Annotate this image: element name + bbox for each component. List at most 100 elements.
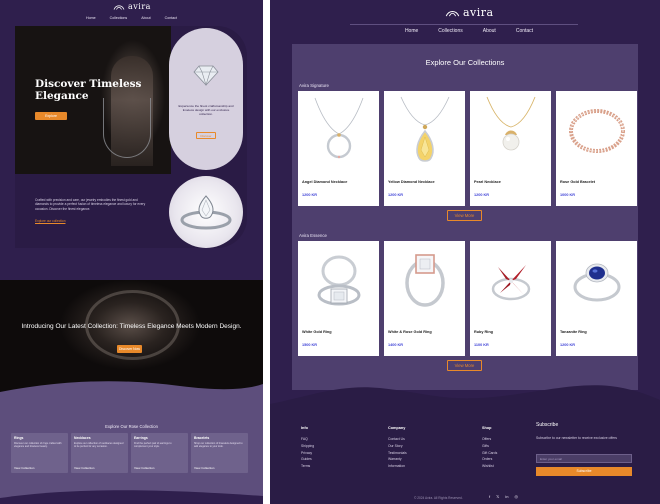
page-title: Explore Our Collections [425,58,505,67]
preview-nav-contact[interactable]: Contact [165,16,177,20]
logo-wordmark: avira [463,6,494,19]
ring-feature-circle [169,176,243,248]
tanzanite-ring-icon [573,263,620,301]
copyright-text: © 2024 Avira. All Rights Reserved. [414,496,463,500]
logo-icon [445,10,460,16]
category-link[interactable]: View Collection [74,466,94,470]
category-title: Bracelets [194,436,210,440]
subscribe-text: Subscribe to our newsletter to receive e… [536,436,617,440]
footer-link[interactable]: Warranty [388,456,407,463]
category-text: Explore our collection of necklaces desi… [74,442,124,449]
category-row: Rings Discover our collection of rings c… [11,433,248,473]
nav-collections[interactable]: Collections [438,28,462,34]
product-price: 1200 KR [388,193,403,197]
email-input[interactable]: Enter your email [536,454,632,463]
product-price: 1200 KR [474,193,489,197]
category-card-bracelets[interactable]: Bracelets Shop our collection of bracele… [191,433,248,473]
social-links: f 𝕏 in ◎ [489,494,518,499]
preview-nav-home[interactable]: Home [86,16,96,20]
footer-link[interactable]: Orders [482,456,497,463]
ruby-ring-icon [491,264,530,300]
hero-title: Discover Timeless Elegance [35,78,142,102]
product-price: 1500 KR [302,343,317,347]
footer-link[interactable]: Offers [482,436,497,443]
category-link[interactable]: View Collection [134,466,154,470]
product-name: Ruby Ring [474,330,493,334]
category-link[interactable]: View Collection [194,466,214,470]
hero-explore-button[interactable]: Explore [35,112,67,120]
product-card[interactable]: Ruby Ring 1100 KR [470,241,551,356]
product-card[interactable]: Angel Diamond Necklace 1200 KR [298,91,379,206]
category-card-rings[interactable]: Rings Discover our collection of rings c… [11,433,68,473]
product-card[interactable]: White & Rose Gold Ring 1400 KR [384,241,465,356]
collection-banner-button[interactable]: Discover Now [117,345,142,353]
collections-panel: Explore Our Collections Avira Signature … [292,44,638,390]
subscribe-button[interactable]: Subscribe [536,467,632,476]
nav-home[interactable]: Home [405,28,418,34]
footer-col-company: Company Contact Us Our Story Testimonial… [388,426,407,470]
feature-pill-card: Experience the finest craftsmanship and … [169,28,243,170]
product-name: White & Rose Gold Ring [388,330,432,334]
footer-link[interactable]: Information [388,463,407,470]
product-card[interactable]: Yellow Diamond Necklace 1200 KR [384,91,465,206]
product-price: 1100 KR [474,343,489,347]
product-image [298,241,379,320]
nav-about[interactable]: About [483,28,496,34]
explore-preview-title: Explore Our Rose Collection [105,424,158,429]
product-name: Yellow Diamond Necklace [388,180,435,184]
category-card-necklaces[interactable]: Necklaces Explore our collection of neck… [71,433,128,473]
category-link[interactable]: View Collection [14,466,34,470]
footer-link[interactable]: Our Story [388,443,407,450]
footer-col-info: Info FAQ Shipping Privacy Guides Terms [301,426,314,470]
footer-link[interactable]: Contact Us [388,436,407,443]
preview-nav-collections[interactable]: Collections [110,16,128,20]
footer-link[interactable]: Wishlist [482,463,497,470]
header-divider [350,24,578,25]
hero-description: Crafted with precision and care, our jew… [35,198,146,211]
product-image [470,241,551,320]
footer-link[interactable]: Terms [301,463,314,470]
main-nav: Home Collections About Contact [270,28,660,34]
hero-link[interactable]: Explore our collection [35,219,65,223]
product-card[interactable]: Pearl Necklace 1200 KR [470,91,551,206]
product-image [384,241,465,320]
product-card[interactable]: Tanzanite Ring 1200 KR [556,241,637,356]
rose-gold-bracelet-icon [568,108,625,153]
footer-link[interactable]: Shipping [301,443,314,450]
nav-contact[interactable]: Contact [516,28,533,34]
feature-pill-button[interactable]: Discover [196,132,216,139]
page-preview: avira Home Collections About Contact Dis… [0,0,263,504]
x-icon[interactable]: 𝕏 [496,494,499,499]
product-image [470,91,551,170]
category-text: Discover our collection of rings crafted… [14,442,62,449]
product-grid-signature: Angel Diamond Necklace 1200 KR Yellow Di… [298,91,637,206]
preview-nav-about[interactable]: About [141,16,150,20]
collection-banner-text: Introducing Our Latest Collection: Timel… [21,323,242,330]
footer-link[interactable]: Guides [301,456,314,463]
linkedin-icon[interactable]: in [505,494,508,499]
footer-link[interactable]: Testimonials [388,450,407,457]
subscribe-title: Subscribe [536,422,559,428]
wave-divider-bottom [0,490,263,504]
site-logo[interactable]: avira [445,6,494,19]
footer-link[interactable]: FAQ [301,436,314,443]
diamond-icon [193,65,219,86]
product-price: 1000 KR [560,193,575,197]
facebook-icon[interactable]: f [489,494,490,499]
product-card[interactable]: Rose Gold Bracelet 1000 KR [556,91,637,206]
view-more-button-signature[interactable]: View More [447,210,482,221]
product-price: 1200 KR [560,343,575,347]
preview-logo[interactable]: avira [113,2,151,11]
footer-link[interactable]: Gifts [482,443,497,450]
footer-link[interactable]: Privacy [301,450,314,457]
footer-col-shop: Shop Offers Gifts Gift Cards Orders Wish… [482,426,497,470]
category-card-earrings[interactable]: Earrings Find the perfect pair of earrin… [131,433,188,473]
instagram-icon[interactable]: ◎ [514,494,518,499]
pearl-necklace-icon [486,96,535,150]
circle-necklace-icon [314,97,363,158]
logo-icon [113,4,125,10]
product-card[interactable]: White Gold Ring 1500 KR [298,241,379,356]
category-title: Necklaces [74,436,91,440]
category-text: Shop our collection of bracelets designe… [194,442,243,449]
footer-link[interactable]: Gift Cards [482,450,497,457]
